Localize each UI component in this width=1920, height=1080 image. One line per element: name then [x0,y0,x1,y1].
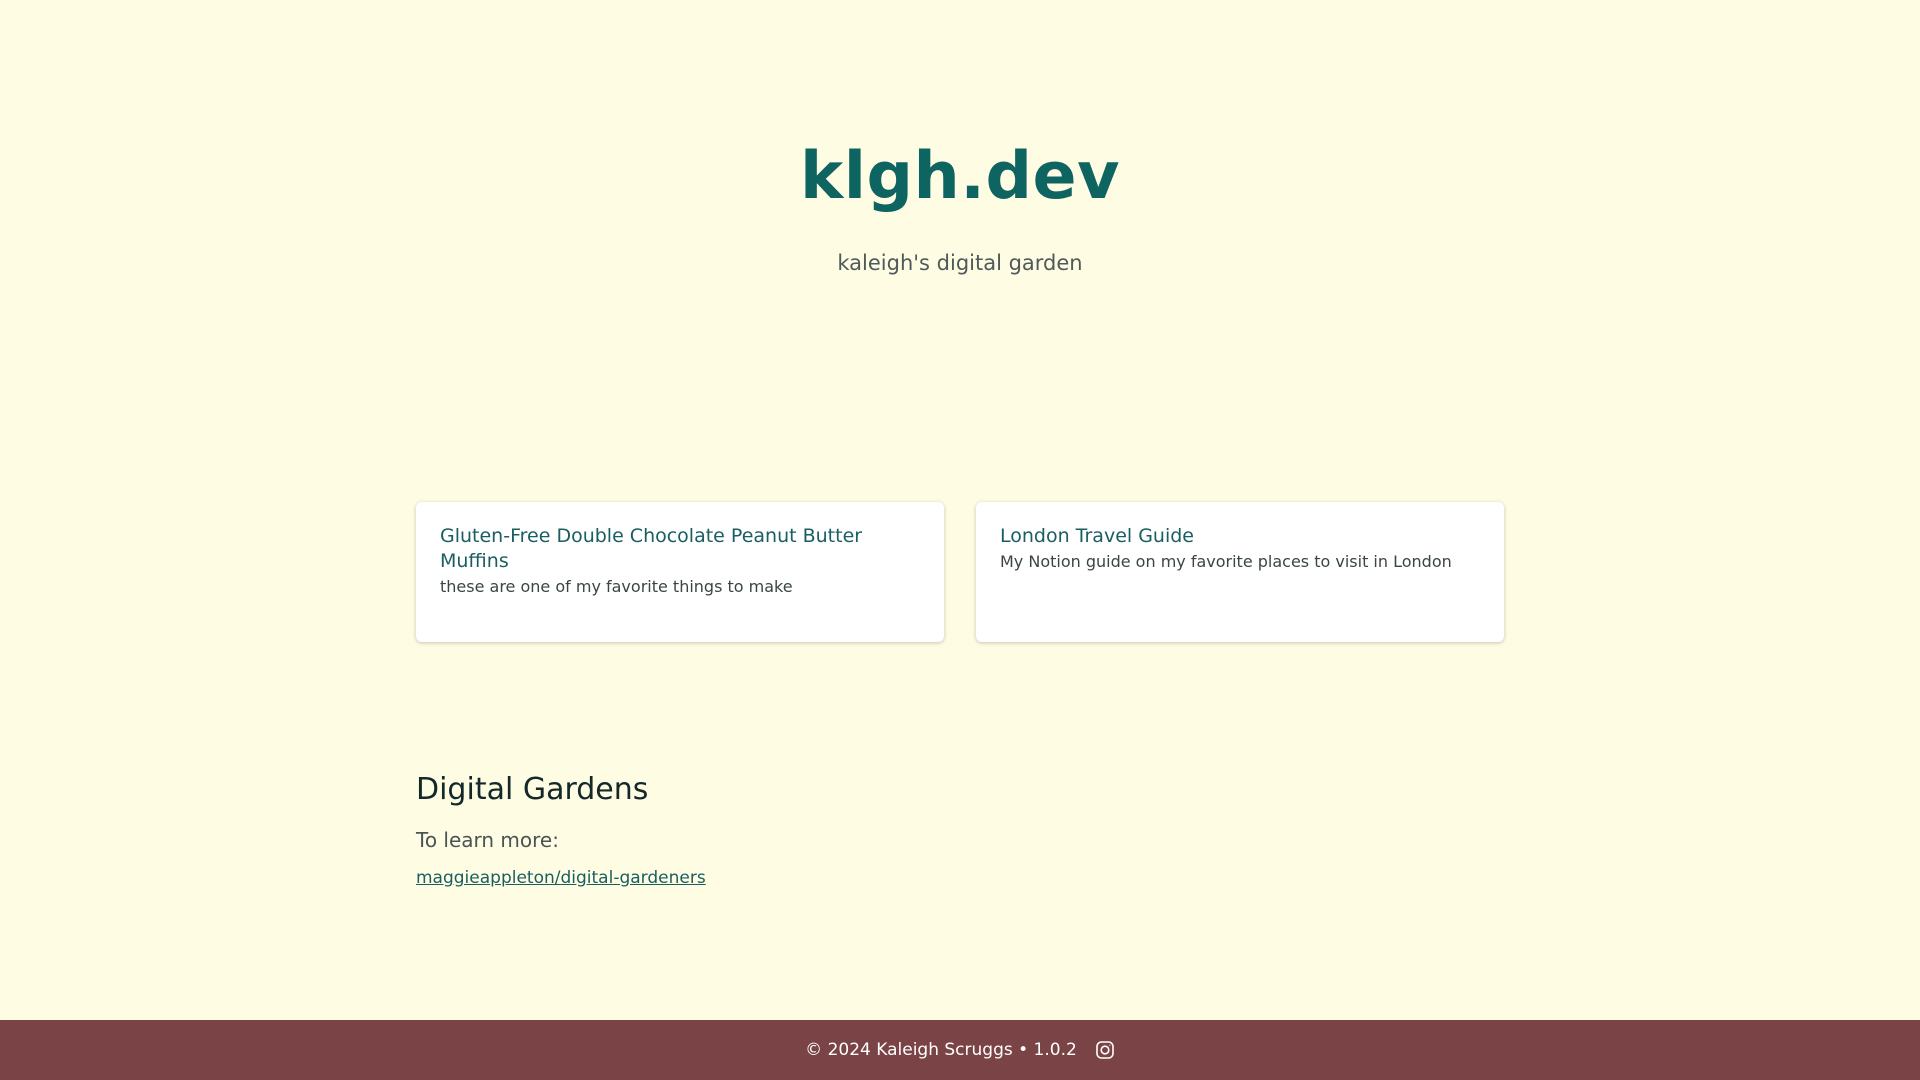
card-muffins[interactable]: Gluten-Free Double Chocolate Peanut Butt… [416,502,944,642]
site-title[interactable]: klgh.dev [0,132,1920,222]
digital-gardens-section: Digital Gardens To learn more: maggieapp… [416,768,1504,890]
card-list: Gluten-Free Double Chocolate Peanut Butt… [416,502,1504,642]
site-tagline: kaleigh's digital garden [837,251,1083,275]
card-title[interactable]: London Travel Guide [1000,524,1480,549]
learn-more-text: To learn more: [416,828,559,852]
card-london-guide[interactable]: London Travel Guide My Notion guide on m… [976,502,1504,642]
footer: © 2024 Kaleigh Scruggs • 1.0.2 [0,1020,1920,1080]
card-title[interactable]: Gluten-Free Double Chocolate Peanut Butt… [440,524,920,574]
instagram-icon[interactable] [1095,1040,1115,1060]
digital-gardeners-link[interactable]: maggieappleton/digital-gardeners [416,866,706,890]
footer-copyright: © 2024 Kaleigh Scruggs • 1.0.2 [805,1040,1077,1060]
card-description: these are one of my favorite things to m… [440,577,793,596]
section-heading: Digital Gardens [416,772,649,807]
card-description: My Notion guide on my favorite places to… [1000,552,1452,571]
